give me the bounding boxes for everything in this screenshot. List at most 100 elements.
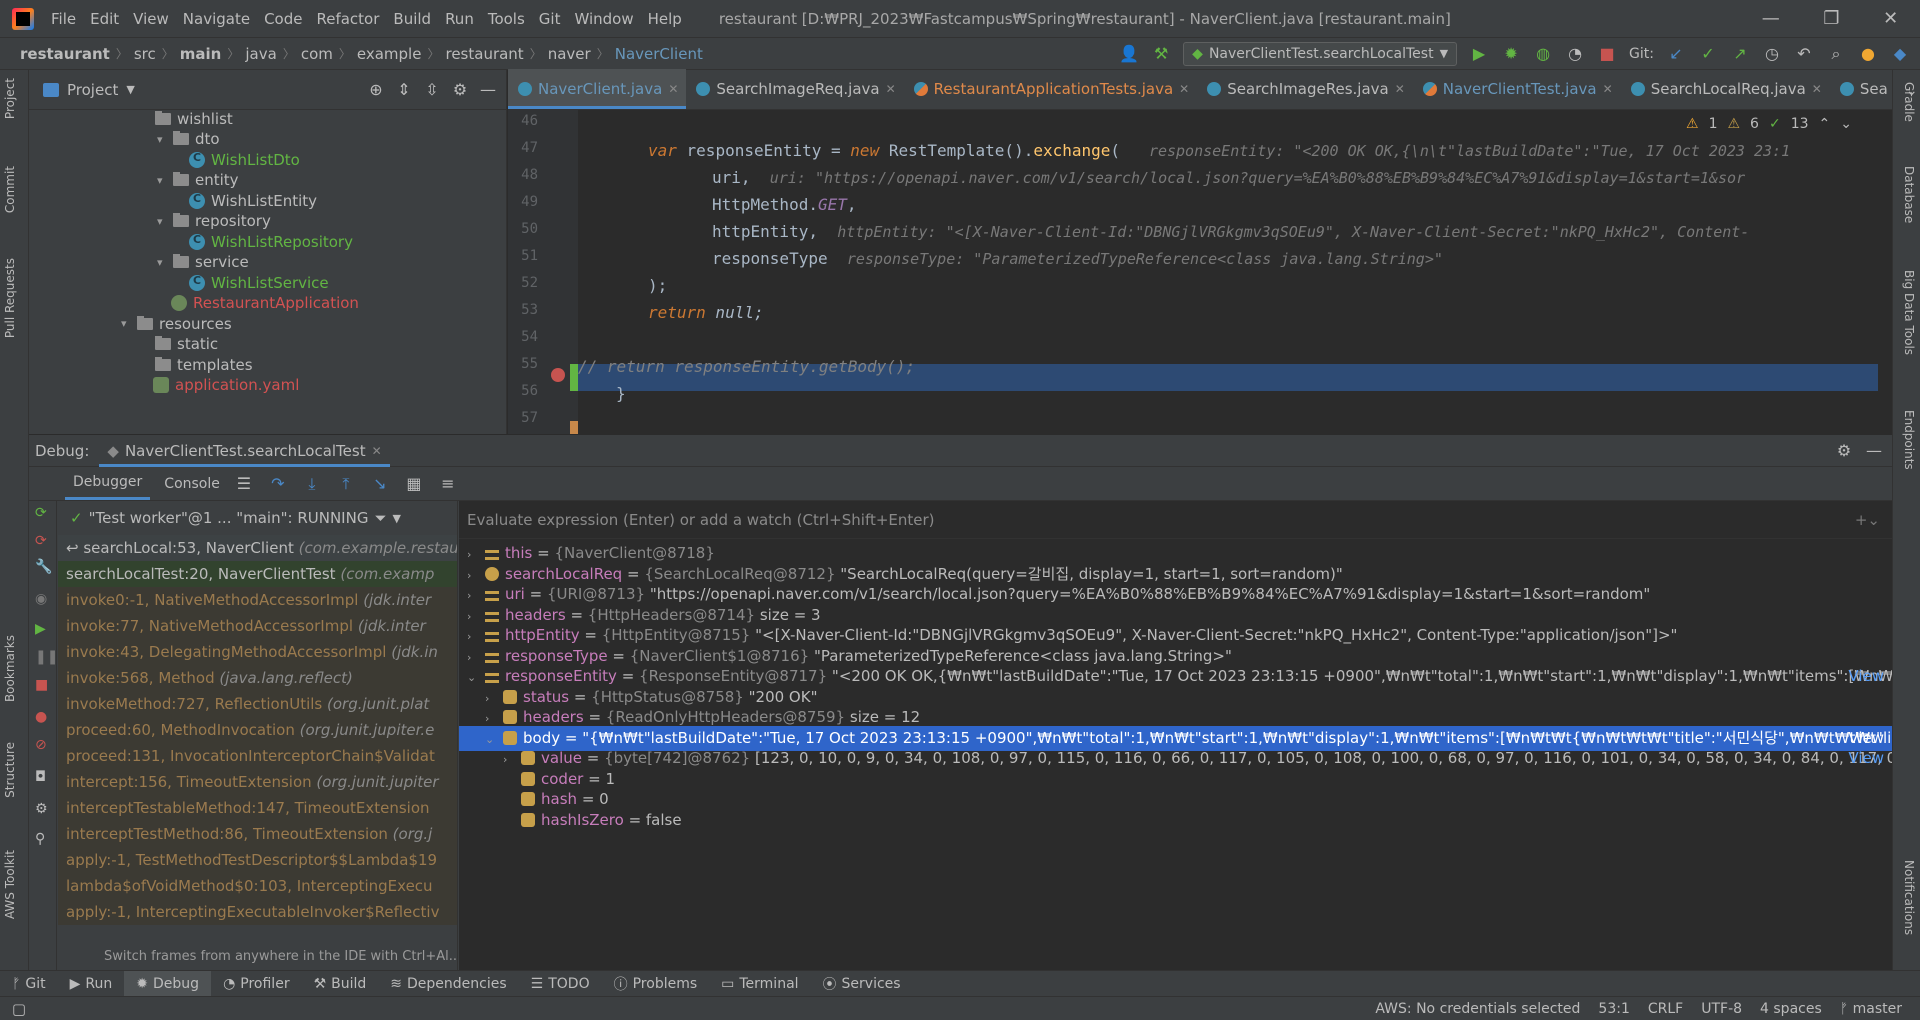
- git-rollback-icon[interactable]: ↶: [1794, 44, 1814, 64]
- menu-help[interactable]: Help: [641, 10, 689, 28]
- menu-git[interactable]: Git: [532, 10, 568, 28]
- big-data-tools-tool-button[interactable]: Big Data Tools: [1902, 270, 1916, 355]
- wrench-icon[interactable]: 🔧: [35, 559, 52, 575]
- breakpoint-icon[interactable]: [551, 368, 565, 382]
- caret-position[interactable]: 53:1: [1598, 1001, 1629, 1017]
- tool-tab-services[interactable]: ⦿ Services: [811, 971, 913, 997]
- filter-icon[interactable]: ⏷: [374, 509, 386, 527]
- tool-tab-dependencies[interactable]: ≋ Dependencies: [378, 971, 518, 997]
- breadcrumb-item[interactable]: main: [174, 45, 228, 63]
- menu-view[interactable]: View: [126, 10, 176, 28]
- jetbrains-logo-icon[interactable]: ◆: [1890, 44, 1910, 64]
- collapse-all-icon[interactable]: ⇳: [422, 80, 442, 100]
- close-icon[interactable]: ✕: [1603, 82, 1613, 96]
- close-icon[interactable]: ✕: [1812, 82, 1822, 96]
- stack-frame[interactable]: interceptTestableMethod:147, TimeoutExte…: [58, 795, 457, 821]
- menu-refactor[interactable]: Refactor: [309, 10, 386, 28]
- git-push-icon[interactable]: ↗: [1730, 44, 1750, 64]
- tool-tab-run[interactable]: ▶ Run: [58, 971, 125, 997]
- gear-icon[interactable]: ⚙: [450, 80, 470, 100]
- stack-frame[interactable]: invokeMethod:727, ReflectionUtils (org.j…: [58, 691, 457, 717]
- close-icon[interactable]: ✕: [886, 82, 896, 96]
- add-watch-icon[interactable]: +⌄: [1855, 511, 1880, 529]
- intellij-logo-icon[interactable]: [12, 7, 34, 30]
- gear-icon[interactable]: ⚙: [35, 801, 48, 817]
- watch-eye-icon[interactable]: ◉: [35, 591, 47, 607]
- run-configuration-select[interactable]: ◆ NaverClientTest.searchLocalTest ▼: [1183, 41, 1458, 66]
- close-icon[interactable]: ✕: [1883, 8, 1898, 29]
- run-to-cursor-icon[interactable]: ↘: [370, 474, 390, 494]
- menu-navigate[interactable]: Navigate: [176, 10, 257, 28]
- search-icon[interactable]: ⌕: [1826, 44, 1846, 64]
- locate-icon[interactable]: ⊕: [366, 80, 386, 100]
- aws-toolkit-tool-button[interactable]: AWS Toolkit: [3, 850, 17, 919]
- stack-frame[interactable]: invoke:77, NativeMethodAccessorImpl (jdk…: [58, 613, 457, 639]
- stack-frame[interactable]: interceptTestMethod:86, TimeoutExtension…: [58, 821, 457, 847]
- pin-icon[interactable]: ⚲: [35, 831, 45, 847]
- stack-frame[interactable]: ↩ searchLocal:53, NaverClient (com.examp…: [58, 535, 457, 561]
- editor-tab[interactable]: NaverClient.java ✕: [508, 69, 687, 109]
- chevron-icon[interactable]: ▾: [157, 215, 171, 228]
- stack-frame[interactable]: invoke:43, DelegatingMethodAccessorImpl …: [58, 639, 457, 665]
- chevron-down-icon[interactable]: ⌄: [1840, 116, 1852, 132]
- close-icon[interactable]: ✕: [1395, 82, 1405, 96]
- tab-debugger[interactable]: Debugger: [65, 467, 151, 500]
- chevron-icon[interactable]: ▾: [157, 133, 171, 146]
- line-separator[interactable]: CRLF: [1648, 1001, 1683, 1017]
- chevron-icon[interactable]: ▾: [157, 174, 171, 187]
- user-icon[interactable]: 👤: [1119, 44, 1139, 64]
- stack-frame[interactable]: apply:-1, TestMethodTestDescriptor$$Lamb…: [58, 847, 457, 873]
- breadcrumb-item[interactable]: restaurant: [439, 45, 529, 63]
- breadcrumb-item[interactable]: restaurant: [14, 45, 116, 63]
- stop-icon[interactable]: ■: [1597, 44, 1617, 64]
- stack-frame[interactable]: apply:-1, InterceptingExecutableInvoker$…: [58, 899, 457, 925]
- expand-all-icon[interactable]: ⇕: [394, 80, 414, 100]
- stack-frame[interactable]: intercept:156, TimeoutExtension (org.jun…: [58, 769, 457, 795]
- chevron-icon[interactable]: ▾: [121, 317, 135, 330]
- thread-selector[interactable]: ✓ "Test worker"@1 ... "main": RUNNING ⏷ …: [58, 501, 457, 535]
- breadcrumb-item[interactable]: src: [128, 45, 162, 63]
- breadcrumb-item[interactable]: java: [239, 45, 282, 63]
- debug-bug-icon[interactable]: ✹: [1501, 44, 1521, 64]
- breadcrumb-item[interactable]: naver: [542, 45, 597, 63]
- structure-tool-button[interactable]: Structure: [3, 742, 17, 798]
- tool-tab-build[interactable]: ⚒ Build: [302, 971, 379, 997]
- project-panel-title[interactable]: Project: [67, 81, 118, 99]
- git-history-icon[interactable]: ◷: [1762, 44, 1782, 64]
- tab-list-chevron-icon[interactable]: ⌄: [1896, 73, 1920, 109]
- editor-tab[interactable]: SearchImageRes.java ✕: [1197, 69, 1413, 109]
- commit-tool-button[interactable]: Commit: [3, 166, 17, 213]
- notifications-tool-button[interactable]: Notifications: [1902, 860, 1916, 935]
- indent-setting[interactable]: 4 spaces: [1760, 1001, 1822, 1017]
- breadcrumb-item[interactable]: NaverClient: [609, 45, 709, 63]
- editor-tab[interactable]: RestaurantApplicationTests.java ✕: [904, 69, 1198, 109]
- editor-tab[interactable]: SearchLocalReq.java ✕: [1621, 69, 1830, 109]
- stack-frame[interactable]: invoke:568, Method (java.lang.reflect): [58, 665, 457, 691]
- pull-requests-tool-button[interactable]: Pull Requests: [3, 258, 17, 338]
- inspection-widget[interactable]: ⚠ 1 ⚠ 6 ✓ 13 ⌃ ⌄: [1686, 116, 1852, 132]
- evaluate-expression-input[interactable]: Evaluate expression (Enter) or add a wat…: [459, 501, 1892, 539]
- rerun-failed-icon[interactable]: ⟳: [35, 533, 47, 549]
- resume-icon[interactable]: ▶: [35, 621, 46, 637]
- hide-panel-icon[interactable]: —: [1864, 441, 1884, 461]
- tree-item[interactable]: application.yaml: [139, 373, 299, 398]
- gear-icon[interactable]: ⚙: [1834, 441, 1854, 461]
- pause-icon[interactable]: ❚❚: [35, 649, 58, 665]
- code-area[interactable]: var responseEntity = new RestTemplate().…: [578, 110, 1892, 434]
- chevron-down-icon[interactable]: ▼: [126, 83, 134, 96]
- chevron-down-icon[interactable]: ▼: [392, 512, 400, 525]
- close-icon[interactable]: ✕: [668, 82, 678, 96]
- tool-tab-problems[interactable]: ⓘ Problems: [602, 971, 710, 997]
- editor-tab[interactable]: SearchImageReq.java ✕: [686, 69, 903, 109]
- close-icon[interactable]: ✕: [372, 444, 382, 458]
- editor-tab[interactable]: NaverClientTest.java ✕: [1413, 69, 1621, 109]
- menu-file[interactable]: File: [44, 10, 83, 28]
- git-commit-icon[interactable]: ✓: [1698, 44, 1718, 64]
- step-into-icon[interactable]: ⤓: [302, 474, 322, 494]
- stack-frame[interactable]: invoke0:-1, NativeMethodAccessorImpl (jd…: [58, 587, 457, 613]
- chevron-icon[interactable]: ▾: [157, 256, 171, 269]
- project-tool-button[interactable]: Project: [3, 78, 17, 119]
- variable-row[interactable]: hashIsZero = false: [459, 808, 1892, 833]
- tool-tab-debug[interactable]: ✹ Debug: [124, 970, 212, 997]
- tab-console[interactable]: Console: [164, 476, 220, 492]
